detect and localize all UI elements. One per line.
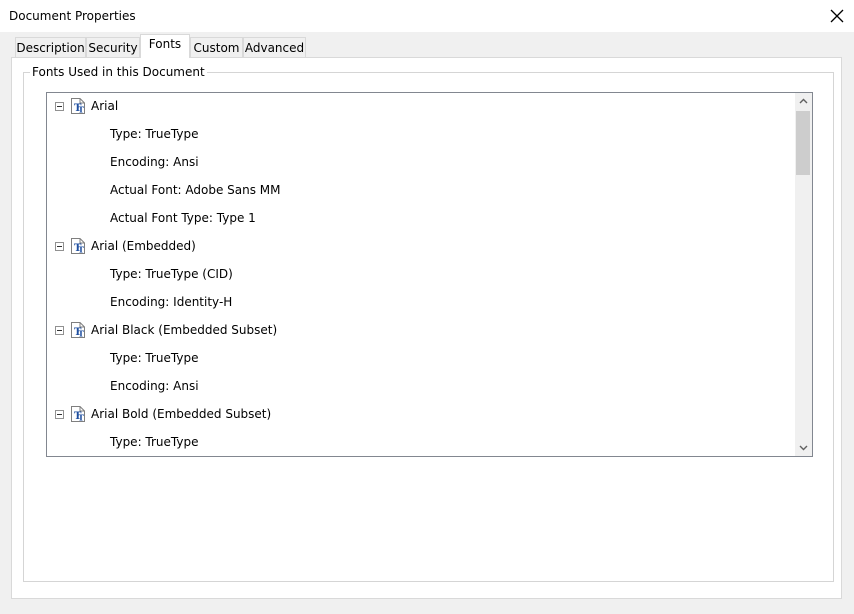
truetype-font-icon: TT bbox=[70, 238, 86, 255]
svg-text:T: T bbox=[78, 105, 84, 115]
tab-description[interactable]: Description bbox=[15, 37, 86, 57]
title-bar: Document Properties bbox=[0, 0, 854, 32]
collapse-icon[interactable] bbox=[55, 326, 64, 335]
svg-text:T: T bbox=[78, 413, 84, 423]
font-detail: Encoding: Identity-H bbox=[110, 295, 233, 309]
truetype-font-icon: TT bbox=[70, 98, 86, 115]
font-detail: Actual Font: Adobe Sans MM bbox=[110, 183, 281, 197]
scrollbar-thumb[interactable] bbox=[796, 111, 810, 175]
truetype-font-icon: TT bbox=[70, 322, 86, 339]
font-name: Arial Bold (Embedded Subset) bbox=[91, 407, 272, 421]
scroll-down-icon[interactable] bbox=[795, 439, 812, 456]
collapse-icon[interactable] bbox=[55, 410, 64, 419]
font-name: Arial Black (Embedded Subset) bbox=[91, 323, 278, 337]
close-icon bbox=[830, 9, 844, 23]
collapse-icon[interactable] bbox=[55, 242, 64, 251]
tab-panel: Fonts Used in this Document T T Arial Type:… bbox=[11, 57, 842, 599]
window-title: Document Properties bbox=[9, 9, 136, 23]
scroll-up-icon[interactable] bbox=[795, 93, 812, 110]
font-detail: Encoding: Ansi bbox=[110, 155, 199, 169]
group-label: Fonts Used in this Document bbox=[30, 65, 207, 79]
fonts-tree[interactable]: T T Arial Type: TrueType Encoding: Ansi Actua… bbox=[46, 92, 813, 457]
tab-fonts[interactable]: Fonts bbox=[140, 34, 190, 58]
vertical-scrollbar[interactable] bbox=[795, 93, 812, 456]
fonts-group: Fonts Used in this Document T T Arial Type:… bbox=[23, 65, 834, 582]
font-detail: Type: TrueType bbox=[110, 127, 199, 141]
tab-advanced[interactable]: Advanced bbox=[243, 37, 306, 57]
tab-security[interactable]: Security bbox=[86, 37, 140, 57]
tab-custom[interactable]: Custom bbox=[190, 37, 243, 57]
font-detail: Type: TrueType bbox=[110, 351, 199, 365]
font-detail: Encoding: Ansi bbox=[110, 379, 199, 393]
font-detail: Actual Font Type: Type 1 bbox=[110, 211, 256, 225]
svg-text:T: T bbox=[78, 245, 84, 255]
svg-text:T: T bbox=[78, 329, 84, 339]
truetype-font-icon: TT bbox=[70, 406, 86, 423]
collapse-icon[interactable] bbox=[55, 102, 64, 111]
font-detail: Type: TrueType bbox=[110, 435, 199, 449]
font-name: Arial bbox=[91, 99, 119, 113]
close-button[interactable] bbox=[828, 7, 846, 25]
font-name: Arial (Embedded) bbox=[91, 239, 196, 253]
font-detail: Type: TrueType (CID) bbox=[110, 267, 233, 281]
